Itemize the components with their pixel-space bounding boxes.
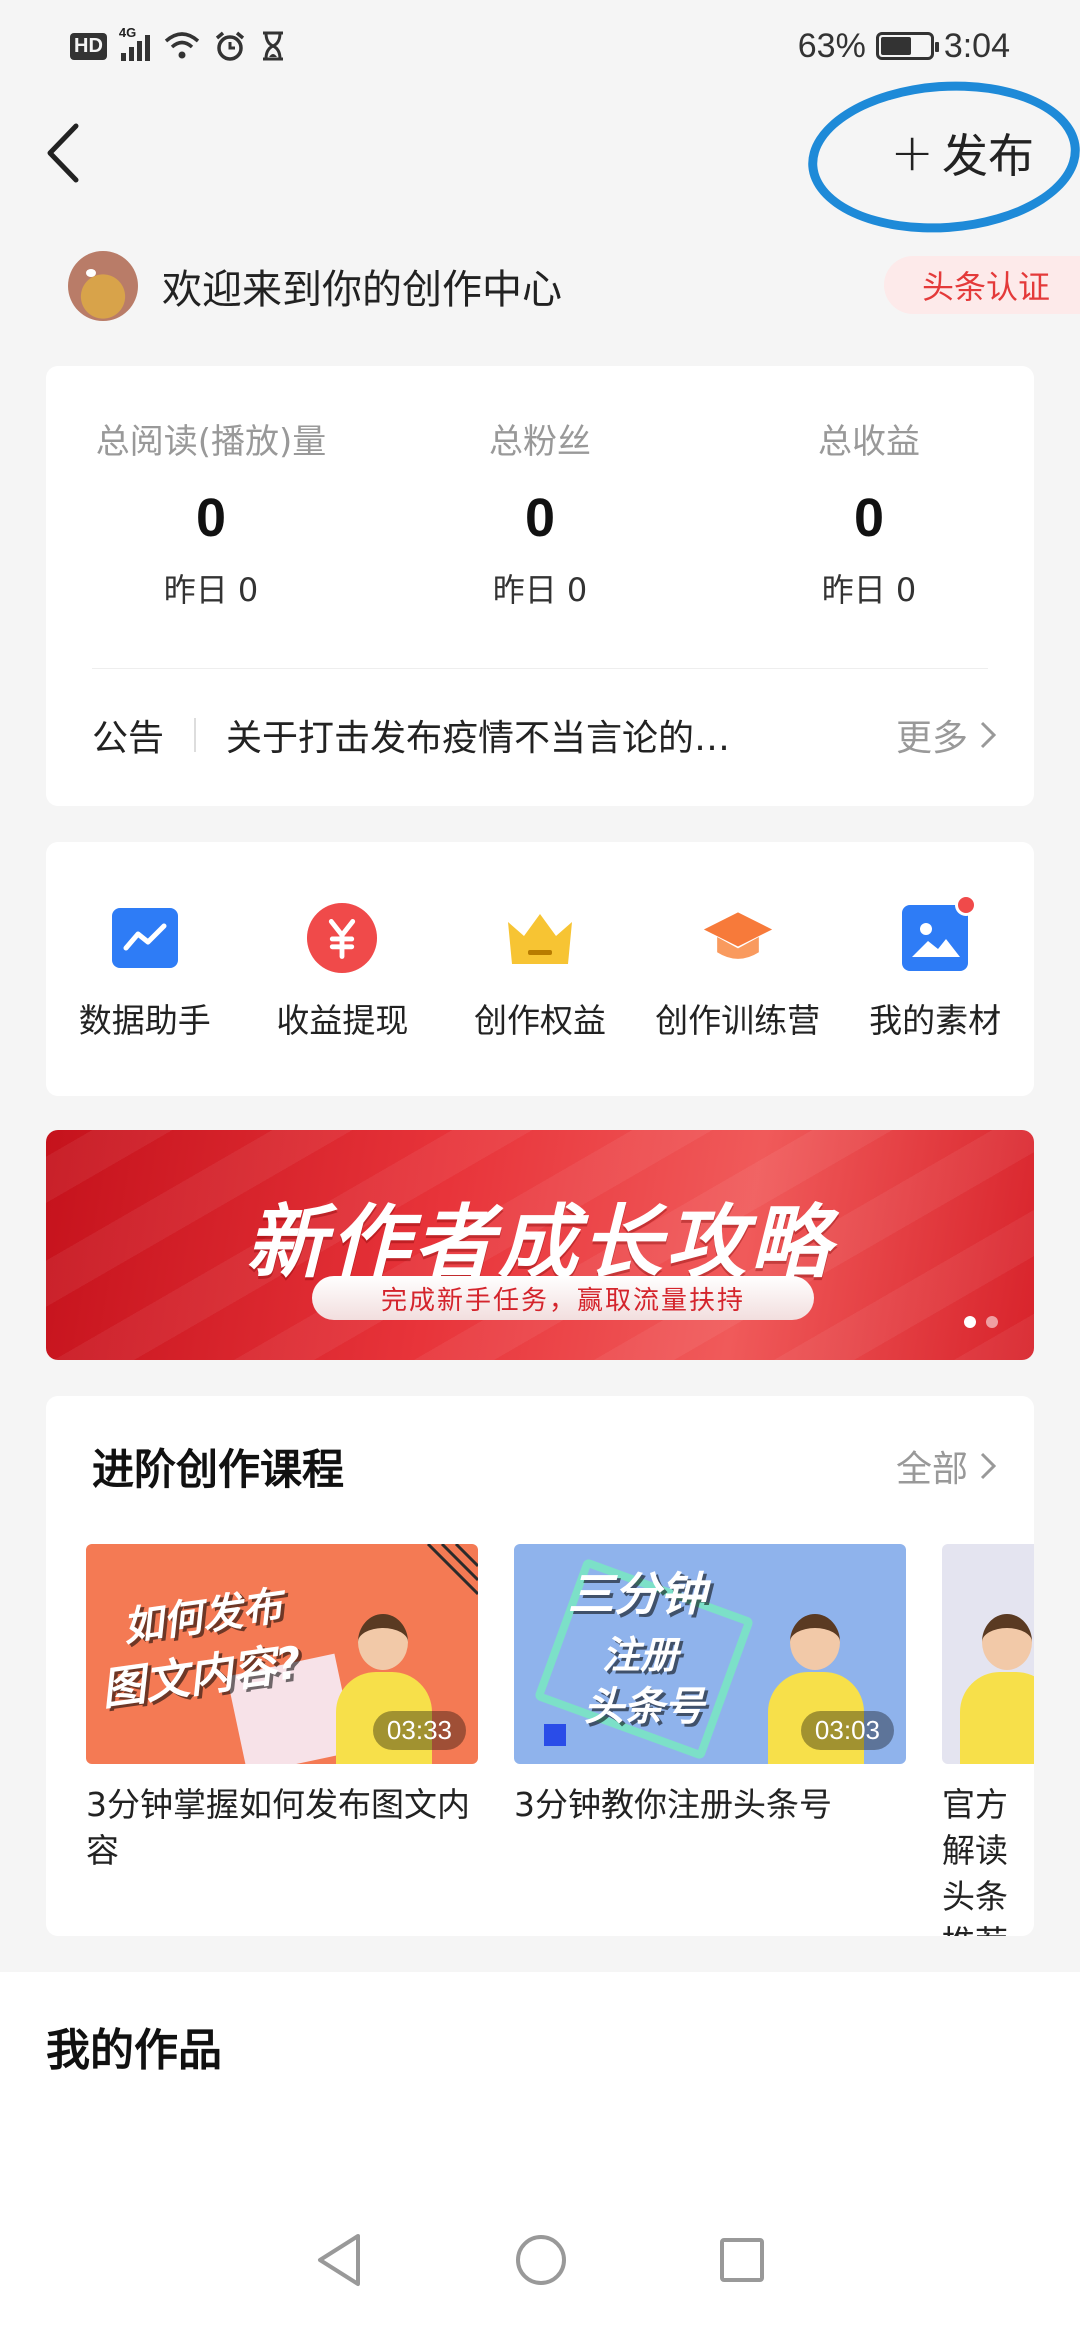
tool-my-materials[interactable]: 我的素材 [836, 842, 1034, 1096]
stat-label: 总收益 [818, 422, 920, 462]
battery-fill [880, 37, 912, 55]
tool-creator-benefits[interactable]: 创作权益 [441, 842, 639, 1096]
alarm-icon [215, 31, 245, 61]
crown-icon [504, 902, 576, 974]
more-label: 更多 [895, 718, 968, 759]
duration-badge: 03:33 [372, 1711, 466, 1750]
divider [194, 718, 197, 752]
decorative-lines [426, 1544, 478, 1596]
wifi-icon [164, 32, 200, 59]
stat-value: 0 [195, 488, 227, 548]
thumbnail-text: 三分钟 [568, 1567, 706, 1621]
welcome-text: 欢迎来到你的创作中心 [162, 267, 562, 313]
course-item[interactable]: 三分钟 注册 头条号 03:03 3分钟教你注册头条号 [514, 1544, 906, 1828]
courses-all-link[interactable]: 全部 [896, 1440, 996, 1492]
course-caption: 官方解读头条推荐 [942, 1785, 1008, 1936]
stat-value: 0 [524, 488, 556, 548]
tool-label: 数据助手 [78, 1001, 211, 1040]
network-type: 4G [118, 25, 137, 40]
tool-training-camp[interactable]: 创作训练营 [639, 842, 837, 1096]
nav-recents-icon[interactable] [718, 2236, 766, 2284]
stat-total-reads[interactable]: 总阅读(播放)量 0 昨日 0 [46, 414, 376, 611]
course-thumbnail[interactable] [942, 1544, 1034, 1764]
divider [92, 668, 988, 669]
battery-icon [875, 32, 939, 60]
notice-bar[interactable]: 公告 关于打击发布疫情不当言论的… 更多 [92, 700, 996, 770]
tool-label: 我的素材 [869, 1001, 1002, 1040]
welcome-row: 欢迎来到你的创作中心 头条认证 [68, 250, 1080, 322]
course-item[interactable]: 官方解读头条推荐 [942, 1544, 1034, 1936]
notification-dot [955, 894, 978, 916]
nav-back-icon[interactable] [314, 2232, 364, 2288]
carousel-dots [964, 1316, 998, 1328]
stat-total-fans[interactable]: 总粉丝 0 昨日 0 [375, 414, 705, 611]
stat-yesterday: 昨日 0 [821, 571, 917, 609]
tool-income-withdraw[interactable]: 收益提现 [244, 842, 442, 1096]
tool-data-assistant[interactable]: 数据助手 [46, 842, 244, 1096]
signal-icon: 4G [119, 25, 150, 61]
thumbnail-text: 注册 [602, 1633, 679, 1677]
chevron-right-icon [980, 1452, 996, 1480]
notice-message[interactable]: 关于打击发布疫情不当言论的… [226, 709, 856, 761]
stat-label: 总粉丝 [489, 422, 591, 462]
stat-yesterday: 昨日 0 [163, 571, 259, 609]
status-bar: HD 4G 63% 3:04 [0, 0, 1080, 92]
certification-badge[interactable]: 头条认证 [883, 256, 1080, 314]
course-thumbnail[interactable]: 如何发布 图文内容? 03:33 [86, 1544, 478, 1764]
clock: 3:04 [943, 26, 1010, 65]
yen-icon [306, 902, 378, 974]
stat-label: 总阅读(播放)量 [95, 422, 327, 462]
hd-indicator: HD [70, 32, 107, 60]
tool-label: 创作权益 [473, 1001, 606, 1040]
back-arrow-icon[interactable] [40, 118, 90, 188]
chevron-right-icon [980, 721, 996, 749]
tools-card: 数据助手 收益提现 创作权益 创作训练营 我的素材 [46, 842, 1034, 1096]
chart-icon [109, 902, 181, 974]
hourglass-icon [262, 31, 283, 61]
courses-title: 进阶创作课程 [92, 1444, 345, 1494]
stat-total-income[interactable]: 总收益 0 昨日 0 [704, 414, 1034, 611]
banner-subtitle: 完成新手任务，赢取流量扶持 [312, 1276, 814, 1320]
image-icon [899, 894, 978, 974]
avatar[interactable] [68, 251, 138, 321]
annotation-circle [803, 72, 1080, 242]
stats-card: 总阅读(播放)量 0 昨日 0 总粉丝 0 昨日 0 总收益 0 昨日 0 公告… [46, 366, 1034, 806]
notice-tag: 公告 [92, 718, 165, 759]
system-nav-bar [0, 2180, 1080, 2340]
decorative-square [544, 1724, 566, 1746]
thumbnail-text: 头条号 [584, 1684, 704, 1730]
course-thumbnail[interactable]: 三分钟 注册 头条号 03:03 [514, 1544, 906, 1764]
notice-more-link[interactable]: 更多 [896, 709, 996, 761]
my-works-section: 我的作品 [0, 1972, 1080, 2340]
stat-value: 0 [853, 488, 885, 548]
carousel-dot[interactable] [986, 1316, 998, 1328]
promo-banner[interactable]: 新作者成长攻略 完成新手任务，赢取流量扶持 [46, 1130, 1034, 1360]
nav-home-icon[interactable] [514, 2233, 568, 2287]
graduation-cap-icon [702, 902, 774, 974]
course-caption: 3分钟教你注册头条号 [514, 1785, 832, 1824]
stat-yesterday: 昨日 0 [492, 571, 588, 609]
carousel-dot[interactable] [964, 1316, 976, 1328]
all-label: 全部 [895, 1449, 968, 1490]
courses-header: 进阶创作课程 全部 [92, 1438, 996, 1494]
tool-label: 创作训练营 [655, 1001, 821, 1040]
battery-percent: 63% [797, 26, 866, 65]
presenter-figure [952, 1614, 1034, 1764]
my-works-title: 我的作品 [46, 2025, 222, 2076]
course-item[interactable]: 如何发布 图文内容? 03:33 3分钟掌握如何发布图文内容 [86, 1544, 478, 1874]
course-caption: 3分钟掌握如何发布图文内容 [86, 1785, 470, 1870]
duration-badge: 03:03 [800, 1711, 894, 1750]
courses-card: 进阶创作课程 全部 如何发布 图文内容? 03:33 3分钟掌握如何发布图文内容… [46, 1396, 1034, 1936]
tool-label: 收益提现 [276, 1001, 409, 1040]
